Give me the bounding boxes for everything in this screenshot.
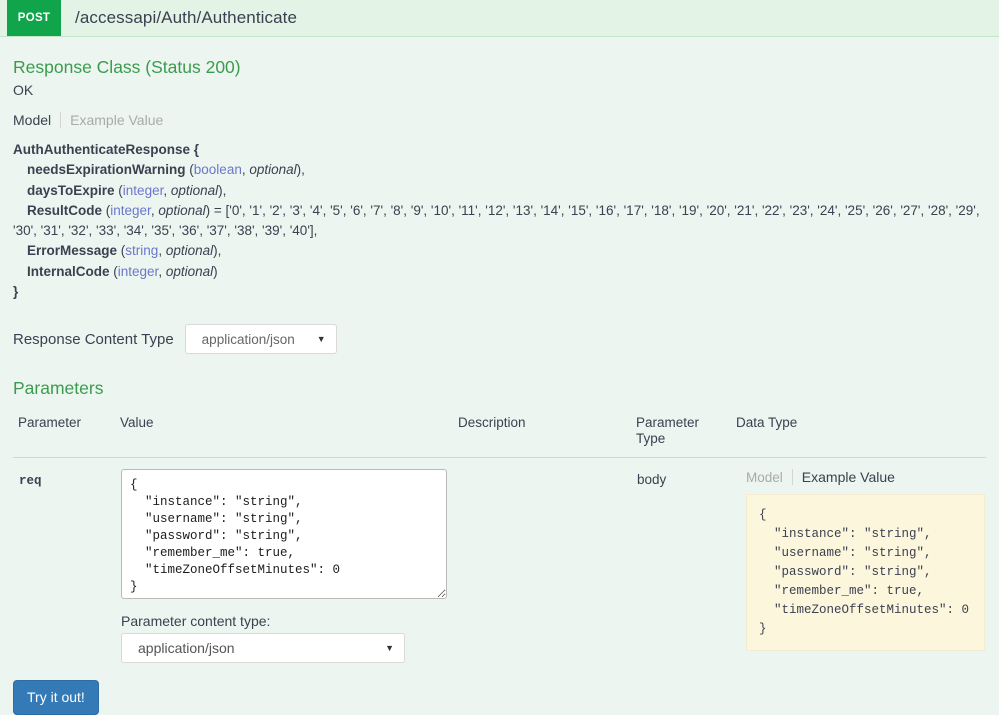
parameter-content-type-value: application/json xyxy=(138,640,235,657)
data-type-tabs: Model Example Value xyxy=(746,469,985,486)
response-content-type-row: Response Content Type application/json ▼ xyxy=(13,324,986,355)
property-name: ResultCode xyxy=(27,202,103,218)
property-required: optional xyxy=(165,243,214,259)
column-header-value: Value xyxy=(120,409,458,459)
cell-parameter-value: Parameter content type: application/json… xyxy=(120,458,458,665)
parameter-content-type-select[interactable]: application/json ▼ xyxy=(121,633,405,664)
property-sep: , xyxy=(158,263,166,279)
response-model-tabs: Model Example Value xyxy=(13,112,986,128)
response-class-heading: Response Class (Status 200) xyxy=(13,57,241,77)
model-property: ErrorMessage (string, optional), xyxy=(13,241,986,261)
property-type: integer xyxy=(110,202,151,218)
property-close: ) xyxy=(213,263,218,279)
property-close: ), xyxy=(213,243,222,259)
response-content-type-select[interactable]: application/json ▼ xyxy=(184,324,337,355)
response-content-type-value: application/json xyxy=(201,331,295,347)
column-header-data-type: Data Type xyxy=(736,409,986,459)
response-status-text: OK xyxy=(13,82,34,98)
property-open: ( xyxy=(185,162,194,178)
property-open: ( xyxy=(109,263,118,279)
model-close-line: } xyxy=(13,282,986,302)
property-name: daysToExpire xyxy=(27,182,115,198)
request-body-input[interactable] xyxy=(121,469,447,600)
property-name: needsExpirationWarning xyxy=(27,162,186,178)
property-type: string xyxy=(125,243,159,259)
property-name: ErrorMessage xyxy=(27,243,118,259)
try-it-out-button[interactable]: Try it out! xyxy=(13,680,99,715)
operation-body: Response Class (Status 200) OK Model Exa… xyxy=(0,57,999,715)
parameters-table: Parameter Value Description Parameter Ty… xyxy=(13,409,986,664)
model-open-line: AuthAuthenticateResponse { xyxy=(13,140,986,160)
tab-data-type-model[interactable]: Model xyxy=(746,470,792,485)
property-required: optional xyxy=(165,263,214,279)
model-property: needsExpirationWarning (boolean, optiona… xyxy=(13,160,986,180)
table-row: req Parameter content type: application/… xyxy=(13,458,986,665)
property-sep: , xyxy=(158,243,166,259)
property-close: ), xyxy=(296,162,305,178)
http-method-badge: POST xyxy=(7,0,61,36)
property-close: ), xyxy=(218,182,227,198)
chevron-down-icon: ▼ xyxy=(385,642,394,653)
response-model-signature: AuthAuthenticateResponse { needsExpirati… xyxy=(13,140,986,302)
operation-path[interactable]: /accessapi/Auth/Authenticate xyxy=(61,0,297,36)
parameters-heading: Parameters xyxy=(13,378,104,399)
model-property: daysToExpire (integer, optional), xyxy=(13,181,986,201)
property-required: optional xyxy=(249,162,297,178)
model-property: InternalCode (integer, optional) xyxy=(13,262,986,282)
cell-parameter-type: body xyxy=(636,458,736,665)
tab-data-type-example-value[interactable]: Example Value xyxy=(791,469,895,486)
column-header-description: Description xyxy=(458,409,636,459)
parameter-name-label: req xyxy=(19,474,42,489)
column-header-parameter-type: Parameter Type xyxy=(636,409,736,459)
model-property: ResultCode (integer, optional) = ['0', '… xyxy=(13,201,986,242)
column-header-parameter: Parameter xyxy=(13,409,120,459)
property-type: integer xyxy=(117,263,159,279)
property-required: optional xyxy=(170,182,219,198)
chevron-down-icon: ▼ xyxy=(316,333,326,344)
property-open: ( xyxy=(114,182,123,198)
operation-header[interactable]: POST /accessapi/Auth/Authenticate xyxy=(0,0,999,37)
cell-data-type: Model Example Value { "instance": "strin… xyxy=(736,458,986,665)
parameter-type-value: body xyxy=(637,472,667,488)
property-sep: , xyxy=(163,182,171,198)
property-type: integer xyxy=(122,182,164,198)
property-type: boolean xyxy=(193,162,242,178)
tab-model[interactable]: Model xyxy=(13,112,60,128)
model-name: AuthAuthenticateResponse { xyxy=(13,142,200,157)
example-value-box: { "instance": "string", "username": "str… xyxy=(746,494,985,652)
property-required: optional xyxy=(158,202,206,218)
response-content-type-label: Response Content Type xyxy=(13,330,174,348)
parameters-table-header-row: Parameter Value Description Parameter Ty… xyxy=(13,409,986,459)
cell-parameter-name: req xyxy=(13,458,120,665)
parameter-content-type-label: Parameter content type: xyxy=(121,613,271,630)
model-close-brace: } xyxy=(13,284,19,300)
tab-example-value[interactable]: Example Value xyxy=(60,112,172,128)
property-name: InternalCode xyxy=(27,263,110,279)
cell-description xyxy=(458,458,636,665)
